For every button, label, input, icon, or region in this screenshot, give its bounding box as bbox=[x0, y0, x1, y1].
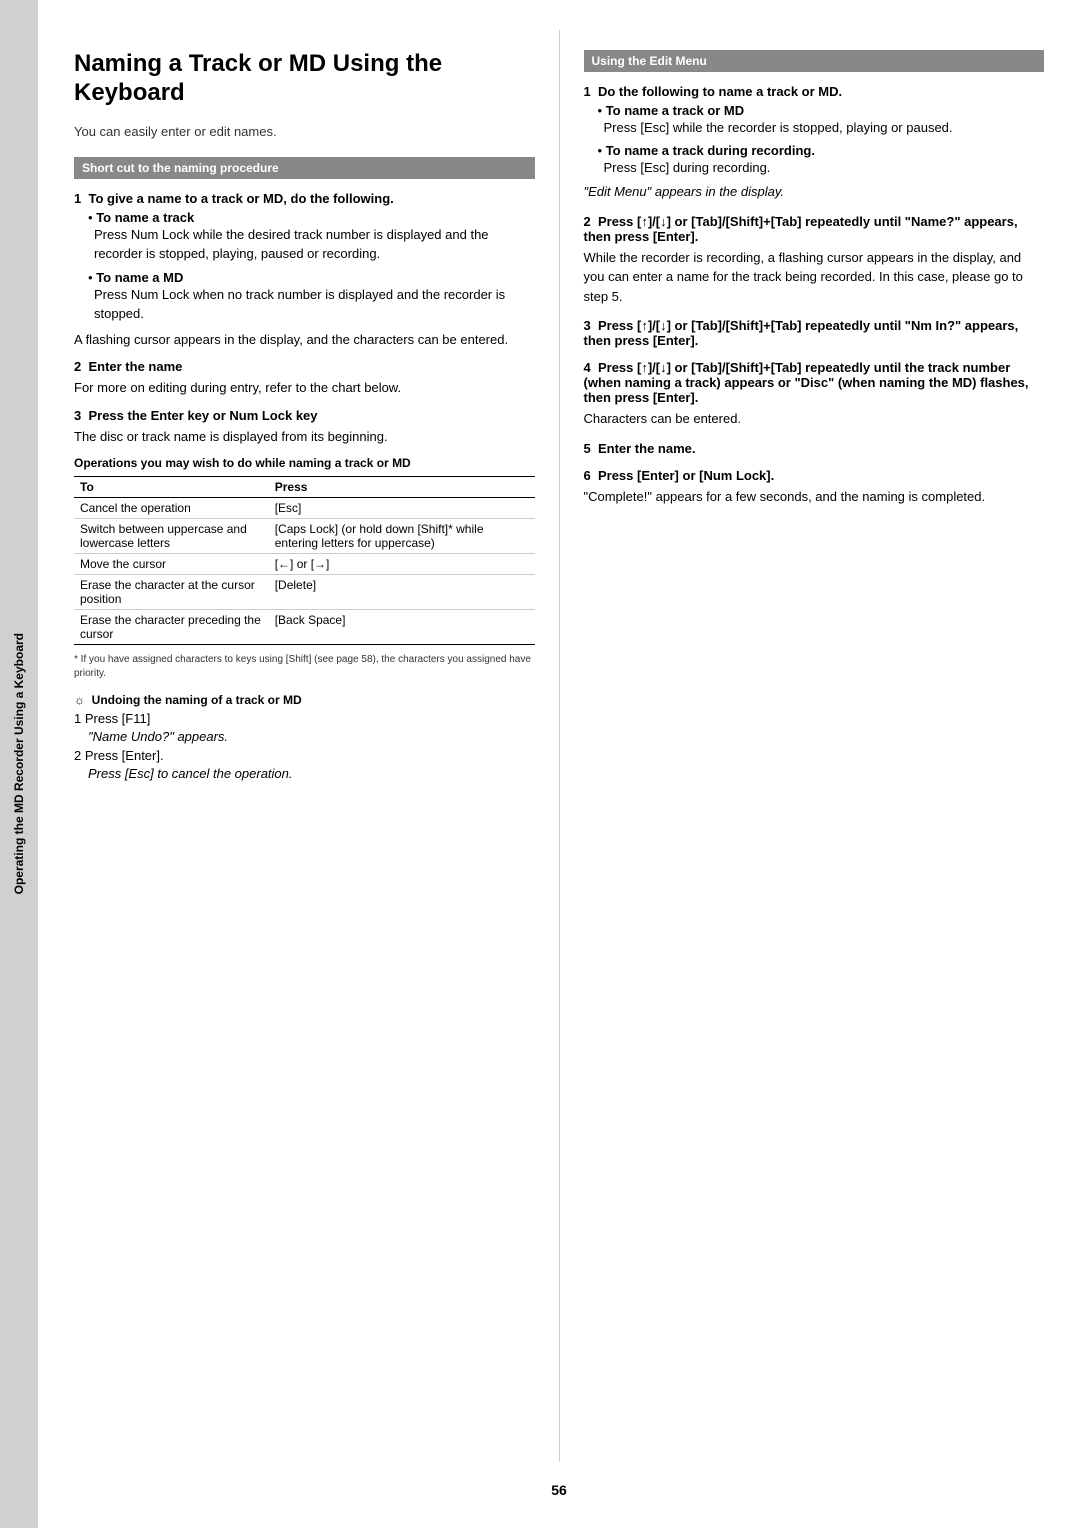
table-cell-press: [Caps Lock] (or hold down [Shift]* while… bbox=[269, 519, 535, 554]
tip-header: ☼ Undoing the naming of a track or MD bbox=[74, 693, 535, 707]
left-step1: 1 To give a name to a track or MD, do th… bbox=[74, 191, 535, 350]
table-cell-to: Cancel the operation bbox=[74, 498, 269, 519]
table-col-to: To bbox=[74, 477, 269, 498]
left-step1-sub1: • To name a track Press Num Lock while t… bbox=[84, 210, 535, 264]
left-step2-text: For more on editing during entry, refer … bbox=[74, 378, 535, 398]
right-column: Using the Edit Menu 1 Do the following t… bbox=[560, 30, 1080, 1462]
right-step3-text: Press [↑]/[↓] or [Tab]/[Shift]+[Tab] rep… bbox=[584, 318, 1019, 348]
right-step2-number: 2 bbox=[584, 214, 591, 229]
right-step4-after: Characters can be entered. bbox=[584, 409, 1045, 429]
left-step2-number: 2 bbox=[74, 359, 81, 374]
right-step2-sub: While the recorder is recording, a flash… bbox=[584, 248, 1045, 307]
left-column: Naming a Track or MD Using the Keyboard … bbox=[38, 30, 560, 1462]
right-step1-sub2: • To name a track during recording. Pres… bbox=[594, 143, 1045, 178]
right-step2-text: Press [↑]/[↓] or [Tab]/[Shift]+[Tab] rep… bbox=[584, 214, 1018, 244]
right-step6: 6 Press [Enter] or [Num Lock]. "Complete… bbox=[584, 468, 1045, 507]
two-column-layout: Naming a Track or MD Using the Keyboard … bbox=[38, 30, 1080, 1462]
right-step6-header: 6 Press [Enter] or [Num Lock]. bbox=[584, 468, 1045, 483]
tip-header-text: Undoing the naming of a track or MD bbox=[92, 693, 302, 707]
tip-step-sub: Press [Esc] to cancel the operation. bbox=[88, 766, 535, 781]
right-step3-number: 3 bbox=[584, 318, 591, 333]
table-cell-press: [Esc] bbox=[269, 498, 535, 519]
table-col-press: Press bbox=[269, 477, 535, 498]
table-cell-press: [Back Space] bbox=[269, 610, 535, 645]
right-step1-sub1: • To name a track or MD Press [Esc] whil… bbox=[594, 103, 1045, 138]
left-step2: 2 Enter the name For more on editing dur… bbox=[74, 359, 535, 398]
right-step3: 3 Press [↑]/[↓] or [Tab]/[Shift]+[Tab] r… bbox=[584, 318, 1045, 348]
tip-step-block: 1 Press [F11] "Name Undo?" appears. bbox=[74, 711, 535, 744]
right-step1-sub2-label: To name a track during recording. bbox=[606, 143, 815, 158]
left-step3: 3 Press the Enter key or Num Lock key Th… bbox=[74, 408, 535, 447]
page-number: 56 bbox=[38, 1482, 1080, 1498]
right-step5-number: 5 bbox=[584, 441, 591, 456]
right-step2: 2 Press [↑]/[↓] or [Tab]/[Shift]+[Tab] r… bbox=[584, 214, 1045, 307]
tip-icon: ☼ bbox=[74, 693, 85, 707]
right-step4-text: Press [↑]/[↓] or [Tab]/[Shift]+[Tab] rep… bbox=[584, 360, 1029, 405]
subtitle: You can easily enter or edit names. bbox=[74, 124, 535, 139]
tip-step-num-text: 2 Press [Enter]. bbox=[74, 748, 535, 763]
left-step3-number: 3 bbox=[74, 408, 81, 423]
table-cell-to: Erase the character preceding the cursor bbox=[74, 610, 269, 645]
table-cell-to: Erase the character at the cursor positi… bbox=[74, 575, 269, 610]
tip-steps-container: 1 Press [F11] "Name Undo?" appears. 2 Pres… bbox=[74, 711, 535, 781]
table-row: Erase the character at the cursor positi… bbox=[74, 575, 535, 610]
right-step1-after: "Edit Menu" appears in the display. bbox=[584, 182, 1045, 202]
right-step4: 4 Press [↑]/[↓] or [Tab]/[Shift]+[Tab] r… bbox=[584, 360, 1045, 429]
left-step3-label: Press the Enter key or Num Lock key bbox=[88, 408, 317, 423]
right-step3-header: 3 Press [↑]/[↓] or [Tab]/[Shift]+[Tab] r… bbox=[584, 318, 1045, 348]
left-step1-text: To give a name to a track or MD, do the … bbox=[88, 191, 393, 206]
right-step6-number: 6 bbox=[584, 468, 591, 483]
right-step1-sub1-text: Press [Esc] while the recorder is stoppe… bbox=[604, 118, 1045, 138]
page-container: Operating the MD Recorder Using a Keyboa… bbox=[0, 0, 1080, 1528]
right-step1-sub2-text: Press [Esc] during recording. bbox=[604, 158, 1045, 178]
tip-step-block: 2 Press [Enter]. Press [Esc] to cancel th… bbox=[74, 748, 535, 781]
table-row: Cancel the operation[Esc] bbox=[74, 498, 535, 519]
tip-step-sub: "Name Undo?" appears. bbox=[88, 729, 535, 744]
left-step1-after: A flashing cursor appears in the display… bbox=[74, 330, 535, 350]
tip-step-num-text: 1 Press [F11] bbox=[74, 711, 535, 726]
right-section-header: Using the Edit Menu bbox=[584, 50, 1045, 72]
right-step1-sub1-label: To name a track or MD bbox=[606, 103, 744, 118]
left-step1-sub1-text: Press Num Lock while the desired track n… bbox=[94, 225, 535, 264]
right-step5-label: Enter the name. bbox=[598, 441, 696, 456]
page-title: Naming a Track or MD Using the Keyboard bbox=[74, 50, 535, 108]
left-step1-sub2: • To name a MD Press Num Lock when no tr… bbox=[84, 270, 535, 324]
right-step1: 1 Do the following to name a track or MD… bbox=[584, 84, 1045, 202]
table-cell-press: [Delete] bbox=[269, 575, 535, 610]
right-step1-number: 1 bbox=[584, 84, 591, 99]
side-tab-text: Operating the MD Recorder Using a Keyboa… bbox=[12, 633, 26, 894]
left-step3-text: The disc or track name is displayed from… bbox=[74, 427, 535, 447]
left-step1-header: 1 To give a name to a track or MD, do th… bbox=[74, 191, 535, 206]
right-step4-number: 4 bbox=[584, 360, 591, 375]
right-step1-header: 1 Do the following to name a track or MD… bbox=[584, 84, 1045, 99]
right-step4-header: 4 Press [↑]/[↓] or [Tab]/[Shift]+[Tab] r… bbox=[584, 360, 1045, 405]
operations-table: To Press Cancel the operation[Esc]Switch… bbox=[74, 476, 535, 645]
right-step2-header: 2 Press [↑]/[↓] or [Tab]/[Shift]+[Tab] r… bbox=[584, 214, 1045, 244]
right-step5-header: 5 Enter the name. bbox=[584, 441, 1045, 456]
left-step1-sub2-text: Press Num Lock when no track number is d… bbox=[94, 285, 535, 324]
table-cell-to: Switch between uppercase and lowercase l… bbox=[74, 519, 269, 554]
main-content: Naming a Track or MD Using the Keyboard … bbox=[38, 0, 1080, 1528]
left-step1-number: 1 bbox=[74, 191, 81, 206]
left-step1-sub1-label: To name a track bbox=[96, 210, 194, 225]
table-row: Move the cursor[←] or [→] bbox=[74, 554, 535, 575]
left-step1-sub2-label: To name a MD bbox=[96, 270, 183, 285]
left-step3-header: 3 Press the Enter key or Num Lock key bbox=[74, 408, 535, 423]
right-step6-label: Press [Enter] or [Num Lock]. bbox=[598, 468, 774, 483]
table-row: Erase the character preceding the cursor… bbox=[74, 610, 535, 645]
side-tab: Operating the MD Recorder Using a Keyboa… bbox=[0, 0, 38, 1528]
tip-block: ☼ Undoing the naming of a track or MD 1 … bbox=[74, 693, 535, 781]
left-step2-header: 2 Enter the name bbox=[74, 359, 535, 374]
table-row: Switch between uppercase and lowercase l… bbox=[74, 519, 535, 554]
left-section-header: Short cut to the naming procedure bbox=[74, 157, 535, 179]
right-step5: 5 Enter the name. bbox=[584, 441, 1045, 456]
operations-header: Operations you may wish to do while nami… bbox=[74, 456, 535, 470]
right-step6-text: "Complete!" appears for a few seconds, a… bbox=[584, 487, 1045, 507]
right-step1-label: Do the following to name a track or MD. bbox=[598, 84, 842, 99]
footnote: * If you have assigned characters to key… bbox=[74, 653, 535, 681]
left-step2-label: Enter the name bbox=[88, 359, 182, 374]
table-cell-to: Move the cursor bbox=[74, 554, 269, 575]
table-cell-press: [←] or [→] bbox=[269, 554, 535, 575]
